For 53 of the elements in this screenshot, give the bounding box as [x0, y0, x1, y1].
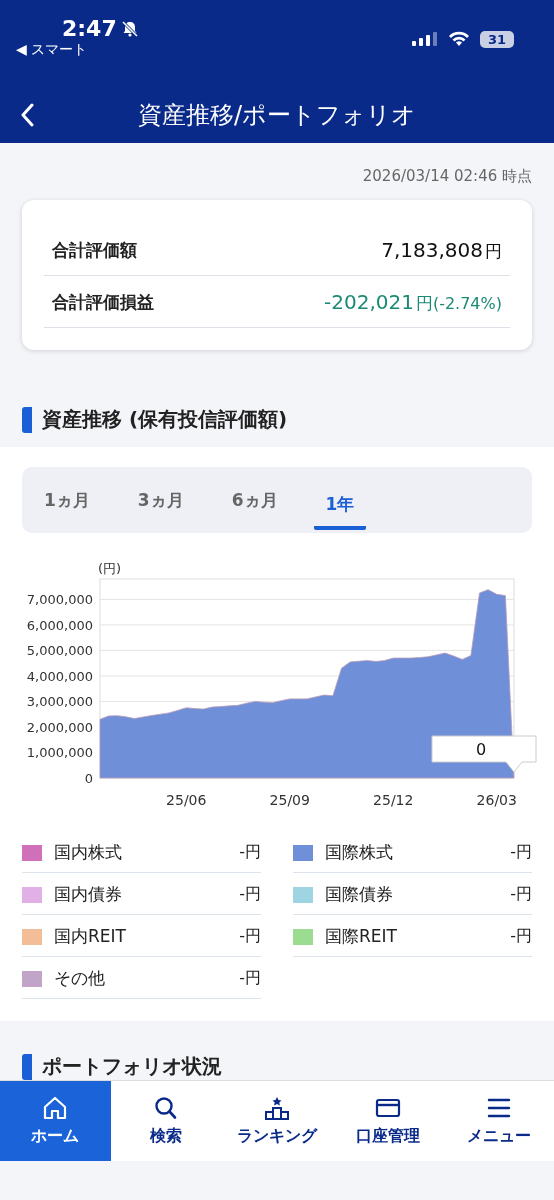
- section-heading: ポートフォリオ状況: [42, 1053, 222, 1080]
- legend-value: -円: [239, 926, 261, 947]
- legend-value: -円: [510, 926, 532, 947]
- period-tab[interactable]: 3ヵ月: [125, 474, 196, 526]
- y-tick-label: 0: [84, 771, 93, 786]
- period-tab[interactable]: 1年: [313, 478, 367, 530]
- nav-tab[interactable]: ホーム: [0, 1081, 111, 1161]
- section-heading: 資産推移 (保有投信評価額): [42, 406, 288, 433]
- wifi-icon: [447, 31, 470, 47]
- x-tick-label: 26/03: [476, 792, 517, 808]
- signal-icon: [411, 32, 438, 46]
- legend-value: -円: [510, 884, 532, 905]
- legend-label: その他: [54, 967, 106, 990]
- battery-indicator: 31: [479, 30, 514, 48]
- section-marker: [22, 406, 32, 433]
- legend-value: -円: [239, 968, 261, 989]
- y-tick-label: 7,000,000: [26, 592, 93, 608]
- y-tick-label: 6,000,000: [26, 617, 93, 633]
- summary-label: 合計評価額: [52, 239, 137, 262]
- legend-label: 国際債券: [325, 883, 394, 906]
- legend-label: 国内債券: [54, 883, 123, 906]
- legend-label: 国内REIT: [54, 925, 127, 948]
- legend-label: 国内株式: [54, 841, 123, 864]
- bell-slash-icon: [120, 19, 139, 38]
- legend-label: 国際REIT: [325, 925, 398, 948]
- axis-unit-label: (円): [98, 561, 122, 576]
- back-chevron-icon[interactable]: [20, 103, 34, 127]
- page-title: 資産推移/ポートフォリオ: [137, 99, 417, 131]
- podium-icon: [264, 1095, 290, 1120]
- summary-label: 合計評価損益: [52, 291, 154, 314]
- summary-value: 7,183,808 円: [381, 238, 502, 263]
- y-tick-label: 4,000,000: [26, 668, 93, 684]
- home-icon: [42, 1095, 69, 1120]
- x-tick-label: 25/09: [269, 792, 310, 808]
- x-tick-label: 25/06: [166, 792, 207, 808]
- timestamp: 2026/03/14 02:46 時点: [362, 167, 532, 186]
- summary-value: -202,021 円(-2.74%): [324, 290, 502, 315]
- legend-value: -円: [239, 884, 261, 905]
- y-tick-label: 5,000,000: [26, 643, 93, 659]
- legend-value: -円: [510, 842, 532, 863]
- y-tick-label: 1,000,000: [26, 745, 93, 761]
- value-tooltip: 0: [431, 735, 537, 773]
- legend-value: -円: [239, 842, 261, 863]
- status-time: 2:47: [62, 16, 117, 41]
- y-tick-label: 2,000,000: [26, 719, 93, 735]
- annotation: 0: [475, 740, 487, 759]
- legend-label: 国際株式: [325, 841, 394, 864]
- x-tick-label: 25/12: [373, 792, 414, 808]
- period-tab[interactable]: 6ヵ月: [219, 474, 290, 526]
- y-tick-label: 3,000,000: [26, 694, 93, 710]
- section-marker: [22, 1053, 32, 1080]
- period-tab[interactable]: 1ヵ月: [32, 474, 102, 526]
- back-app-link[interactable]: ◀ スマート: [16, 41, 139, 59]
